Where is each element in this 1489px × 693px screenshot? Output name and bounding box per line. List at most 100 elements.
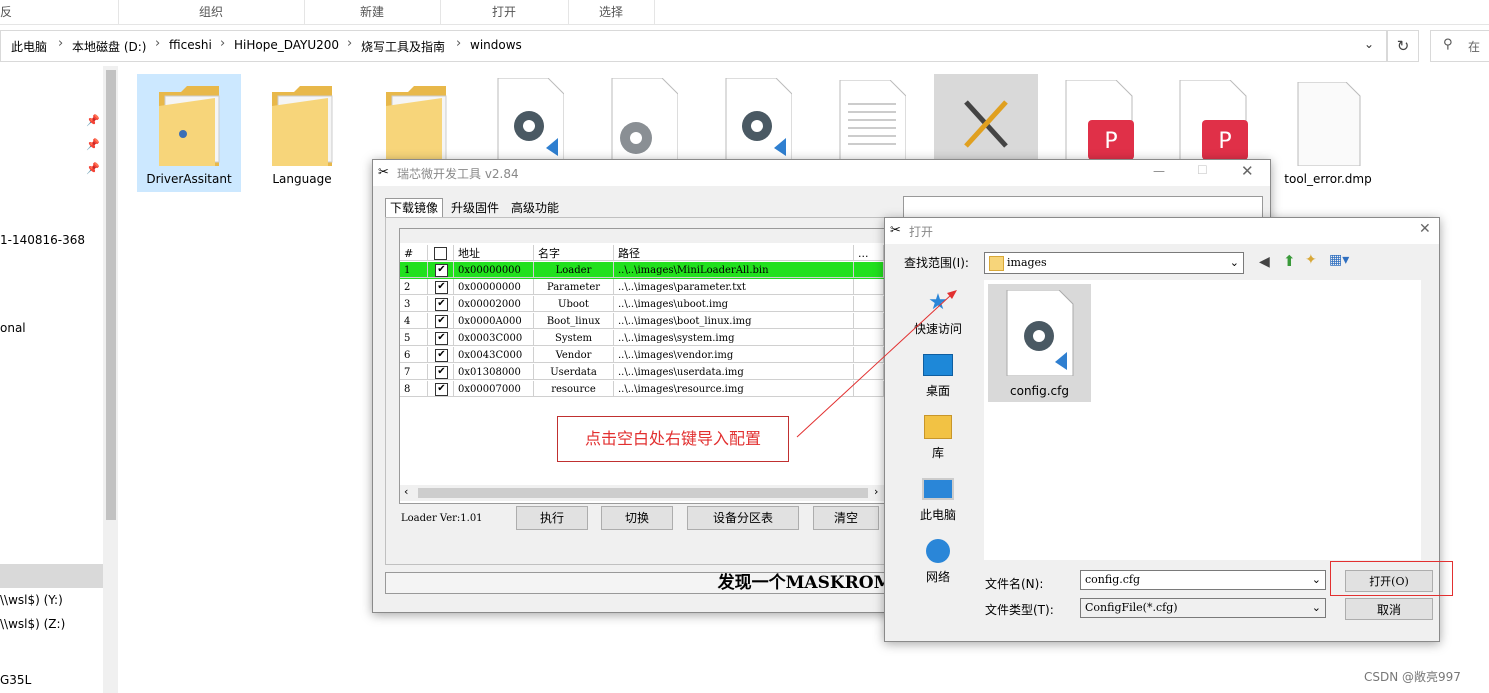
cell-check[interactable]: ✔ — [428, 296, 454, 312]
tab-download-image[interactable]: 下载镜像 — [385, 198, 444, 218]
cancel-button[interactable]: 取消 — [1345, 598, 1433, 620]
file-list[interactable]: config.cfg — [984, 280, 1421, 560]
scroll-left-icon[interactable]: ‹ — [404, 485, 408, 498]
file-item[interactable]: P — [1048, 74, 1152, 164]
table-row[interactable]: 1 ✔ 0x00000000 Loader ..\..\images\MiniLoade… — [400, 262, 884, 279]
minimize-icon[interactable]: — — [1153, 164, 1165, 178]
refresh-icon[interactable]: ↻ — [1387, 30, 1419, 62]
breadcrumb-drive-d[interactable]: 本地磁盘 (D:) — [72, 38, 146, 55]
file-item[interactable] — [364, 74, 468, 166]
checkbox-checked-icon[interactable]: ✔ — [435, 366, 448, 379]
cell-check[interactable]: ✔ — [428, 347, 454, 363]
file-item-rktool[interactable] — [934, 74, 1038, 164]
checkbox-checked-icon[interactable]: ✔ — [435, 298, 448, 311]
switch-button[interactable]: 切换 — [601, 506, 673, 530]
cell-check[interactable]: ✔ — [428, 330, 454, 346]
close-icon[interactable]: ✕ — [1241, 162, 1254, 180]
pin-icon[interactable]: 📌 — [86, 138, 100, 151]
ribbon-tab-organize[interactable]: 组织 — [118, 0, 305, 24]
file-item[interactable] — [592, 74, 696, 164]
horizontal-scrollbar[interactable]: ‹ › — [400, 485, 884, 501]
checkbox-icon[interactable] — [434, 247, 447, 260]
table-row[interactable]: 3 ✔ 0x00002000 Uboot ..\..\images\uboot.img — [400, 296, 884, 313]
checkbox-checked-icon[interactable]: ✔ — [435, 383, 448, 396]
cell-check[interactable]: ✔ — [428, 279, 454, 295]
tab-advanced[interactable]: 高级功能 — [508, 200, 562, 217]
file-item-driverassitant[interactable]: DriverAssitant — [137, 74, 241, 192]
tool-icon: ✂ — [378, 165, 389, 180]
nav-scrollbar-thumb[interactable] — [106, 70, 116, 520]
cell-path: ..\..\images\parameter.txt — [614, 279, 854, 295]
table-row[interactable]: 8 ✔ 0x00007000 resource ..\..\images\resourc… — [400, 381, 884, 398]
clear-button[interactable]: 清空 — [813, 506, 879, 530]
checkbox-checked-icon[interactable]: ✔ — [435, 332, 448, 345]
cell-check[interactable]: ✔ — [428, 313, 454, 329]
breadcrumb-hihope[interactable]: HiHope_DAYU200 — [234, 38, 339, 52]
tool-exe-icon — [964, 100, 1008, 148]
scrollbar-thumb[interactable] — [418, 488, 868, 498]
table-row[interactable]: 4 ✔ 0x0000A000 Boot_linux ..\..\images\boot_… — [400, 313, 884, 330]
partition-table-button[interactable]: 设备分区表 — [687, 506, 799, 530]
lookin-select[interactable]: images ⌄ — [984, 252, 1244, 274]
ribbon-tab-share[interactable]: 反 — [0, 0, 119, 24]
pin-icon[interactable]: 📌 — [86, 114, 100, 127]
table-row[interactable]: 2 ✔ 0x00000000 Parameter ..\..\images\parame… — [400, 279, 884, 296]
partition-table[interactable]: # 地址 名字 路径 ... 1 ✔ 0x00000000 Loader ..\..\i… — [399, 228, 885, 504]
cell-check[interactable]: ✔ — [428, 364, 454, 380]
file-item[interactable] — [820, 74, 924, 164]
file-item-config[interactable]: config.cfg — [988, 284, 1091, 402]
ribbon-tab-select[interactable]: 选择 — [568, 0, 655, 24]
run-button[interactable]: 执行 — [516, 506, 588, 530]
cell-check[interactable]: ✔ — [428, 381, 454, 397]
address-bar[interactable]: 此电脑 › 本地磁盘 (D:) › fficeshi › HiHope_DAYU… — [0, 30, 1387, 62]
cell-num: 7 — [400, 364, 428, 380]
view-menu-icon[interactable]: ▦▾ — [1329, 252, 1349, 268]
nav-item-drive-z[interactable]: \\wsl$) (Z:) — [0, 617, 65, 631]
up-folder-icon[interactable]: ⬆ — [1283, 252, 1296, 270]
file-item[interactable] — [706, 74, 810, 164]
filename-input[interactable]: config.cfg ⌄ — [1080, 570, 1326, 590]
file-item[interactable] — [478, 74, 582, 164]
breadcrumb-fficeshi[interactable]: fficeshi — [169, 38, 212, 52]
breadcrumb-windows[interactable]: windows — [470, 38, 522, 52]
table-row[interactable]: 5 ✔ 0x0003C000 System ..\..\images\system.im… — [400, 330, 884, 347]
filetype-select[interactable]: ConfigFile(*.cfg) ⌄ — [1080, 598, 1326, 618]
cell-check[interactable]: ✔ — [428, 262, 454, 278]
folder-icon — [386, 86, 447, 166]
ribbon-tab-open[interactable]: 打开 — [440, 0, 569, 24]
sidebar-item-network[interactable]: 网络 — [889, 534, 987, 585]
back-icon[interactable]: ◀ — [1259, 254, 1270, 270]
pin-icon[interactable]: 📌 — [86, 162, 100, 175]
header-check[interactable] — [428, 245, 454, 261]
sidebar-item-quick-access[interactable]: ★ 快速访问 — [889, 286, 987, 337]
table-row[interactable]: 6 ✔ 0x0043C000 Vendor ..\..\images\vendor.im… — [400, 347, 884, 364]
breadcrumb-this-pc[interactable]: 此电脑 — [11, 38, 47, 55]
chevron-right-icon: › — [456, 36, 462, 51]
table-row[interactable]: 7 ✔ 0x01308000 Userdata ..\..\images\userdat… — [400, 364, 884, 381]
nav-item-drive-y[interactable]: \\wsl$) (Y:) — [0, 593, 63, 607]
checkbox-checked-icon[interactable]: ✔ — [435, 264, 448, 277]
sidebar-item-this-pc[interactable]: 此电脑 — [889, 472, 987, 523]
nav-item-selected[interactable] — [0, 564, 103, 588]
nav-item[interactable]: G35L — [0, 673, 31, 687]
file-item-tool-error[interactable]: tool_error.dmp — [1276, 74, 1380, 192]
checkbox-checked-icon[interactable]: ✔ — [435, 349, 448, 362]
breadcrumb-burn-tools[interactable]: 烧写工具及指南 — [361, 38, 445, 55]
close-icon[interactable]: ✕ — [1419, 221, 1431, 237]
chevron-down-icon[interactable]: ⌄ — [1364, 37, 1374, 51]
nav-item[interactable]: onal — [0, 321, 26, 335]
nav-item[interactable]: 1-140816-368 — [0, 233, 85, 247]
file-item[interactable]: P — [1162, 74, 1266, 164]
ribbon-tab-new[interactable]: 新建 — [304, 0, 441, 24]
tab-upgrade-firmware[interactable]: 升级固件 — [448, 200, 502, 217]
search-input[interactable]: ⚲ 在 — [1430, 30, 1489, 62]
sidebar-item-library[interactable]: 库 — [889, 410, 987, 461]
gear-file-icon — [1006, 290, 1074, 376]
checkbox-checked-icon[interactable]: ✔ — [435, 315, 448, 328]
new-folder-icon[interactable]: ✦ — [1305, 252, 1317, 268]
file-item-language[interactable]: Language — [250, 74, 354, 192]
sidebar-item-desktop[interactable]: 桌面 — [889, 348, 987, 399]
maximize-icon[interactable]: ☐ — [1197, 163, 1208, 177]
scroll-right-icon[interactable]: › — [874, 485, 878, 498]
checkbox-checked-icon[interactable]: ✔ — [435, 281, 448, 294]
